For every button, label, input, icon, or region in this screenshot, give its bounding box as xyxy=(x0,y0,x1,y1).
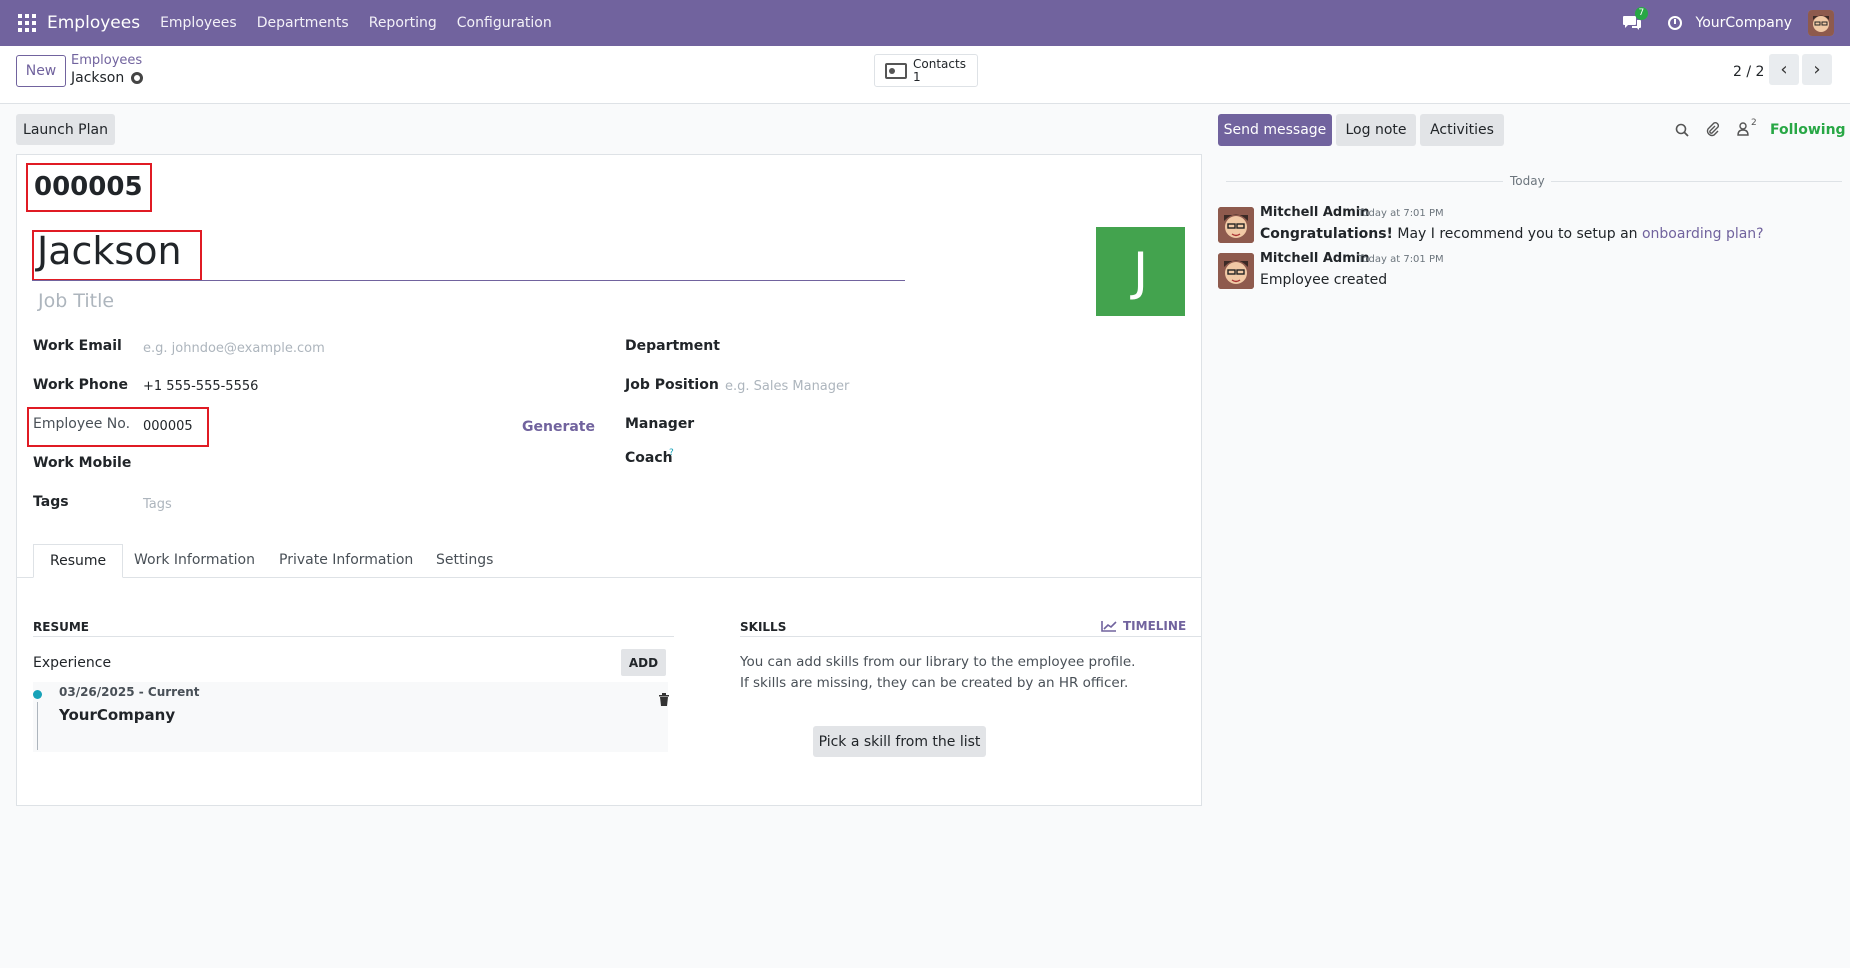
tab-settings[interactable]: Settings xyxy=(436,544,493,578)
followers-count: 2 xyxy=(1751,118,1757,128)
pager-value[interactable]: 2 / 2 xyxy=(1733,64,1764,80)
experience-date: 03/26/2025 - Current xyxy=(59,685,200,699)
coach-label: Coach xyxy=(625,450,673,466)
timeline-label: TIMELINE xyxy=(1123,619,1187,633)
chevron-right-icon: › xyxy=(1813,59,1821,80)
resume-heading: RESUME xyxy=(33,620,89,634)
app-brand[interactable]: Employees xyxy=(47,13,140,33)
tab-private-information[interactable]: Private Information xyxy=(279,544,413,578)
paperclip-icon[interactable] xyxy=(1705,121,1719,137)
onboarding-plan-link[interactable]: onboarding plan? xyxy=(1642,226,1764,242)
job-position-input[interactable]: e.g. Sales Manager xyxy=(725,379,849,394)
pager-next-button[interactable]: › xyxy=(1802,54,1832,85)
chatter-panel: Send message Log note Activities 2 Follo… xyxy=(1218,104,1850,968)
manager-label: Manager xyxy=(625,416,695,432)
contacts-smart-button[interactable]: Contacts 1 xyxy=(874,54,978,87)
breadcrumb-parent[interactable]: Employees xyxy=(71,53,142,68)
chat-badge: 7 xyxy=(1634,7,1649,20)
day-label: Today xyxy=(1510,174,1545,188)
experience-line[interactable]: 03/26/2025 - Current YourCompany xyxy=(33,682,670,752)
line-chart-icon xyxy=(1101,621,1117,632)
job-position-label: Job Position xyxy=(625,377,719,393)
gear-icon[interactable] xyxy=(131,72,144,84)
message-body: Congratulations! May I recommend you to … xyxy=(1260,226,1764,242)
work-email-label: Work Email xyxy=(33,338,122,354)
id-card-icon xyxy=(885,62,907,79)
skills-heading: SKILLS xyxy=(740,620,787,634)
day-divider-left xyxy=(1226,181,1503,182)
message-author[interactable]: Mitchell Admin xyxy=(1260,205,1369,220)
resume-divider xyxy=(33,636,674,637)
pager-previous-button[interactable]: ‹ xyxy=(1769,54,1799,85)
control-panel: New Employees Jackson Contacts 1 2 / 2 ‹ … xyxy=(0,46,1850,104)
message-bold-text: Congratulations! xyxy=(1260,226,1393,242)
work-email-input[interactable]: e.g. johndoe@example.com xyxy=(143,341,325,356)
company-switcher[interactable]: YourCompany xyxy=(1696,15,1793,31)
generate-button[interactable]: Generate xyxy=(522,419,595,435)
name-underline xyxy=(32,280,905,281)
day-divider-right xyxy=(1551,181,1842,182)
skills-hint-1: You can add skills from our library to t… xyxy=(740,654,1136,670)
add-experience-button[interactable]: ADD xyxy=(621,649,666,676)
launch-plan-button[interactable]: Launch Plan xyxy=(16,114,115,145)
tags-label: Tags xyxy=(33,494,69,510)
apps-menu-icon[interactable] xyxy=(18,14,36,32)
notebook-tabs: Resume Work Information Private Informat… xyxy=(17,538,1201,578)
tags-input[interactable]: Tags xyxy=(143,497,172,512)
log-note-button[interactable]: Log note xyxy=(1336,114,1416,146)
contacts-count: 1 xyxy=(913,69,921,84)
menu-employees[interactable]: Employees xyxy=(160,15,237,31)
highlight-employee-no xyxy=(27,407,209,447)
message-time: Today at 7:01 PM xyxy=(1358,208,1444,219)
message-text: May I recommend you to setup an xyxy=(1392,226,1642,242)
timeline-dot-icon xyxy=(33,690,42,699)
trash-icon[interactable] xyxy=(658,693,670,706)
author-avatar[interactable] xyxy=(1218,253,1254,289)
activity-clock-icon[interactable] xyxy=(1667,16,1682,30)
breadcrumb-current: Jackson xyxy=(71,70,125,86)
work-mobile-label: Work Mobile xyxy=(33,455,132,471)
followers-icon[interactable] xyxy=(1737,122,1749,136)
menu-departments[interactable]: Departments xyxy=(257,15,349,31)
timeline-line xyxy=(37,702,38,750)
activities-button[interactable]: Activities xyxy=(1420,114,1504,146)
chevron-left-icon: ‹ xyxy=(1780,59,1788,80)
author-avatar[interactable] xyxy=(1218,207,1254,243)
job-title-input[interactable]: Job Title xyxy=(38,290,114,312)
tab-resume[interactable]: Resume xyxy=(33,544,124,578)
new-button[interactable]: New xyxy=(16,55,66,87)
search-icon[interactable] xyxy=(1675,123,1689,137)
top-navbar: Employees Employees Departments Reportin… xyxy=(0,0,1850,46)
contacts-label: Contacts xyxy=(913,56,966,71)
menu-configuration[interactable]: Configuration xyxy=(457,15,552,31)
experience-company: YourCompany xyxy=(59,706,176,724)
breadcrumb: Jackson xyxy=(71,70,144,86)
employee-avatar[interactable]: J xyxy=(1096,227,1185,316)
pick-skill-button[interactable]: Pick a skill from the list xyxy=(813,726,986,757)
work-phone-label: Work Phone xyxy=(33,377,128,393)
highlight-employee-name xyxy=(32,230,202,281)
form-sheet: 000005 Jackson Job Title J Work Email e.… xyxy=(16,154,1202,806)
message-author[interactable]: Mitchell Admin xyxy=(1260,251,1369,266)
following-button[interactable]: Following xyxy=(1770,122,1846,138)
tab-work-information[interactable]: Work Information xyxy=(134,544,255,578)
message-text: Employee created xyxy=(1260,272,1388,288)
send-message-button[interactable]: Send message xyxy=(1218,114,1332,146)
highlight-employee-id xyxy=(26,163,152,212)
experience-label: Experience xyxy=(33,655,112,671)
work-phone-input[interactable]: +1 555-555-5556 xyxy=(143,379,258,394)
timeline-button[interactable]: TIMELINE xyxy=(1101,619,1186,633)
department-label: Department xyxy=(625,338,720,354)
skills-divider xyxy=(740,636,1201,637)
coach-help-icon[interactable]: ? xyxy=(669,448,674,458)
skills-hint-2: If skills are missing, they can be creat… xyxy=(740,675,1129,691)
chat-icon[interactable]: 7 xyxy=(1622,7,1649,31)
message-time: Today at 7:01 PM xyxy=(1358,254,1444,265)
menu-reporting[interactable]: Reporting xyxy=(369,15,437,31)
user-avatar[interactable] xyxy=(1808,10,1834,36)
